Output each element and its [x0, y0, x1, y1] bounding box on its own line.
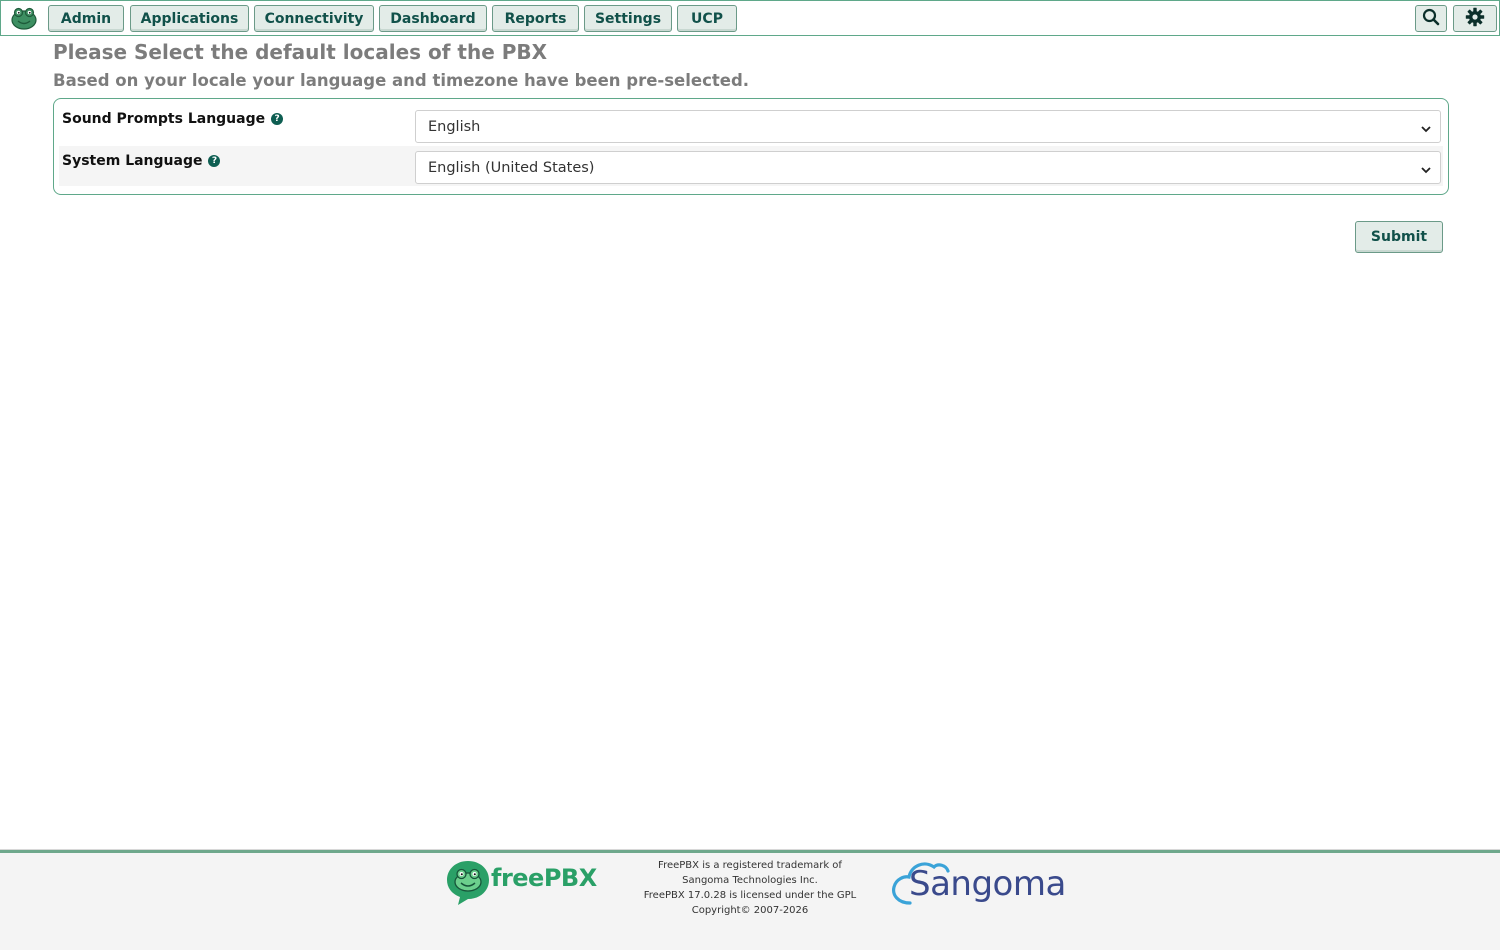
footer-legal-text: FreePBX is a registered trademark of San… — [640, 858, 860, 918]
legal-line-trademark: FreePBX is a registered trademark of — [658, 860, 842, 871]
freepbx-logo-text: freePBX — [491, 864, 597, 892]
nav-dashboard-button[interactable]: Dashboard — [379, 5, 487, 32]
system-language-label: System Language ? — [62, 153, 221, 169]
locale-form-panel: Sound Prompts Language ? English System … — [53, 98, 1449, 195]
search-button[interactable] — [1415, 5, 1447, 32]
system-language-selected-value: English (United States) — [428, 159, 595, 176]
legal-line-license[interactable]: FreePBX 17.0.28 is licensed under the GP… — [640, 888, 860, 903]
gear-icon — [1465, 7, 1485, 31]
sound-prompts-label-text: Sound Prompts Language — [62, 111, 266, 127]
nav-applications-button[interactable]: Applications — [130, 5, 249, 32]
page-title: Please Select the default locales of the… — [53, 40, 548, 64]
sangoma-logo-text: Sangoma — [909, 864, 1066, 904]
chevron-down-icon — [1421, 122, 1431, 133]
sound-prompts-selected-value: English — [428, 118, 481, 135]
settings-button[interactable] — [1453, 5, 1497, 32]
nav-connectivity-button[interactable]: Connectivity — [254, 5, 374, 32]
sound-prompts-language-select[interactable]: English — [415, 110, 1441, 143]
nav-admin-button[interactable]: Admin — [48, 5, 124, 32]
nav-settings-button[interactable]: Settings — [584, 5, 672, 32]
help-icon[interactable]: ? — [271, 113, 284, 125]
system-language-label-text: System Language — [62, 153, 203, 169]
chevron-down-icon — [1421, 163, 1431, 174]
help-icon[interactable]: ? — [208, 155, 221, 167]
nav-reports-button[interactable]: Reports — [492, 5, 579, 32]
page-footer: freePBX FreePBX is a registered trademar… — [0, 850, 1500, 950]
system-language-select[interactable]: English (United States) — [415, 151, 1441, 184]
freepbx-frog-badge-icon — [447, 861, 489, 905]
freepbx-frog-logo-icon[interactable] — [10, 6, 38, 30]
nav-ucp-button[interactable]: UCP — [677, 5, 737, 32]
system-language-row: System Language ? English (United States… — [59, 146, 1443, 186]
top-navbar: Admin Applications Connectivity Dashboar… — [0, 0, 1500, 36]
legal-line-company: Sangoma Technologies Inc. — [682, 875, 818, 886]
page-subtitle: Based on your locale your language and t… — [53, 71, 750, 90]
legal-line-copyright: Copyright© 2007-2026 — [691, 905, 809, 916]
submit-button[interactable]: Submit — [1355, 221, 1443, 253]
sound-prompts-row: Sound Prompts Language ? English — [59, 104, 1443, 144]
search-icon — [1422, 8, 1440, 30]
sound-prompts-label: Sound Prompts Language ? — [62, 111, 284, 127]
